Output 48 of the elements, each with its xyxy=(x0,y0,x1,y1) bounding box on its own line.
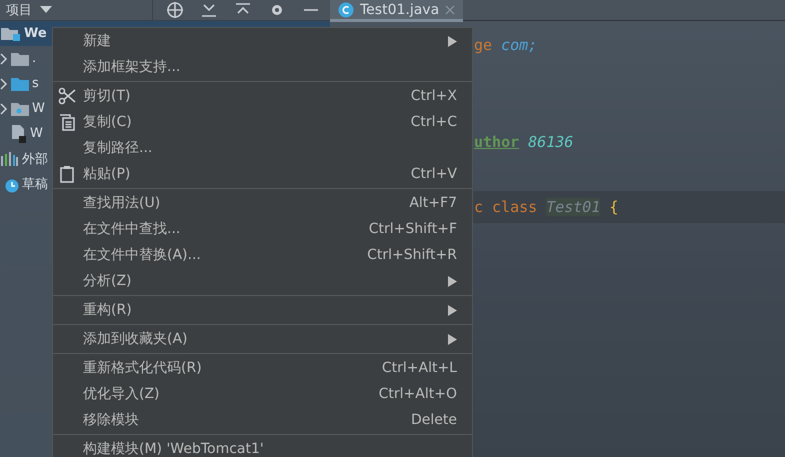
menu-item[interactable]: 构建模块(M) 'WebTomcat1' xyxy=(53,436,472,457)
tree-item-label[interactable]: s xyxy=(32,76,39,91)
tree-item-label[interactable]: 外部 xyxy=(22,150,48,168)
menu-item[interactable]: 分析(Z) xyxy=(53,268,472,294)
menu-item[interactable]: 查找用法(U) Alt+F7 xyxy=(53,190,472,216)
class-file-icon xyxy=(338,2,354,18)
menu-item[interactable]: 粘贴(P) Ctrl+V xyxy=(53,161,472,187)
menu-item[interactable]: 移除模块 Delete xyxy=(53,407,472,433)
editor-tab[interactable]: Test01.java xyxy=(330,0,464,22)
bar-chart-icon xyxy=(1,152,19,166)
menu-item[interactable]: 添加到收藏夹(A) xyxy=(53,326,472,352)
project-view-dropdown[interactable]: 项目 xyxy=(0,0,153,20)
chevron-right-icon[interactable] xyxy=(0,78,8,90)
tree-item-label[interactable]: W xyxy=(32,101,45,116)
code-token: Test01 xyxy=(546,198,600,216)
web-folder-icon xyxy=(11,102,29,116)
file-icon xyxy=(11,124,27,142)
folder-icon xyxy=(11,76,29,90)
menu-item[interactable]: 在文件中替换(A)... Ctrl+Shift+R xyxy=(53,242,472,268)
copy-icon xyxy=(58,113,76,131)
menu-item[interactable]: 剪切(T) Ctrl+X xyxy=(53,83,472,109)
tree-item-label[interactable]: 草稿 xyxy=(22,174,48,192)
tree-item-label[interactable]: W xyxy=(30,126,43,141)
menu-item[interactable]: 复制路径... xyxy=(53,135,472,161)
scissors-icon xyxy=(58,87,76,105)
menu-item[interactable]: 添加框架支持... xyxy=(53,54,472,80)
code-token: ge xyxy=(474,36,492,54)
code-token: { xyxy=(609,198,618,216)
code-token: class xyxy=(492,198,538,216)
tree-item-label[interactable]: . xyxy=(32,51,36,66)
menu-item[interactable]: 复制(C) Ctrl+C xyxy=(53,109,472,135)
code-token: uthor xyxy=(474,133,520,152)
code-token: com; xyxy=(501,36,538,54)
module-folder-icon xyxy=(1,26,21,42)
folder-icon xyxy=(11,52,29,66)
menu-item[interactable]: 重新格式化代码(R) Ctrl+Alt+L xyxy=(53,355,472,381)
menu-item[interactable]: 优化导入(Z) Ctrl+Alt+O xyxy=(53,381,472,407)
tree-item-label[interactable]: We xyxy=(24,26,47,41)
locate-icon[interactable] xyxy=(165,0,185,20)
code-token: c xyxy=(474,198,484,216)
menu-item[interactable]: 新建 xyxy=(53,28,472,54)
chevron-right-icon[interactable] xyxy=(0,52,8,64)
menu-item[interactable]: 重构(R) xyxy=(53,297,472,323)
clipboard-icon xyxy=(58,165,76,183)
chevron-right-icon[interactable] xyxy=(0,102,8,114)
menu-item[interactable]: 在文件中查找... Ctrl+Shift+F xyxy=(53,216,472,242)
code-token: 86136 xyxy=(528,133,574,152)
dropdown-caret-icon xyxy=(40,6,52,14)
